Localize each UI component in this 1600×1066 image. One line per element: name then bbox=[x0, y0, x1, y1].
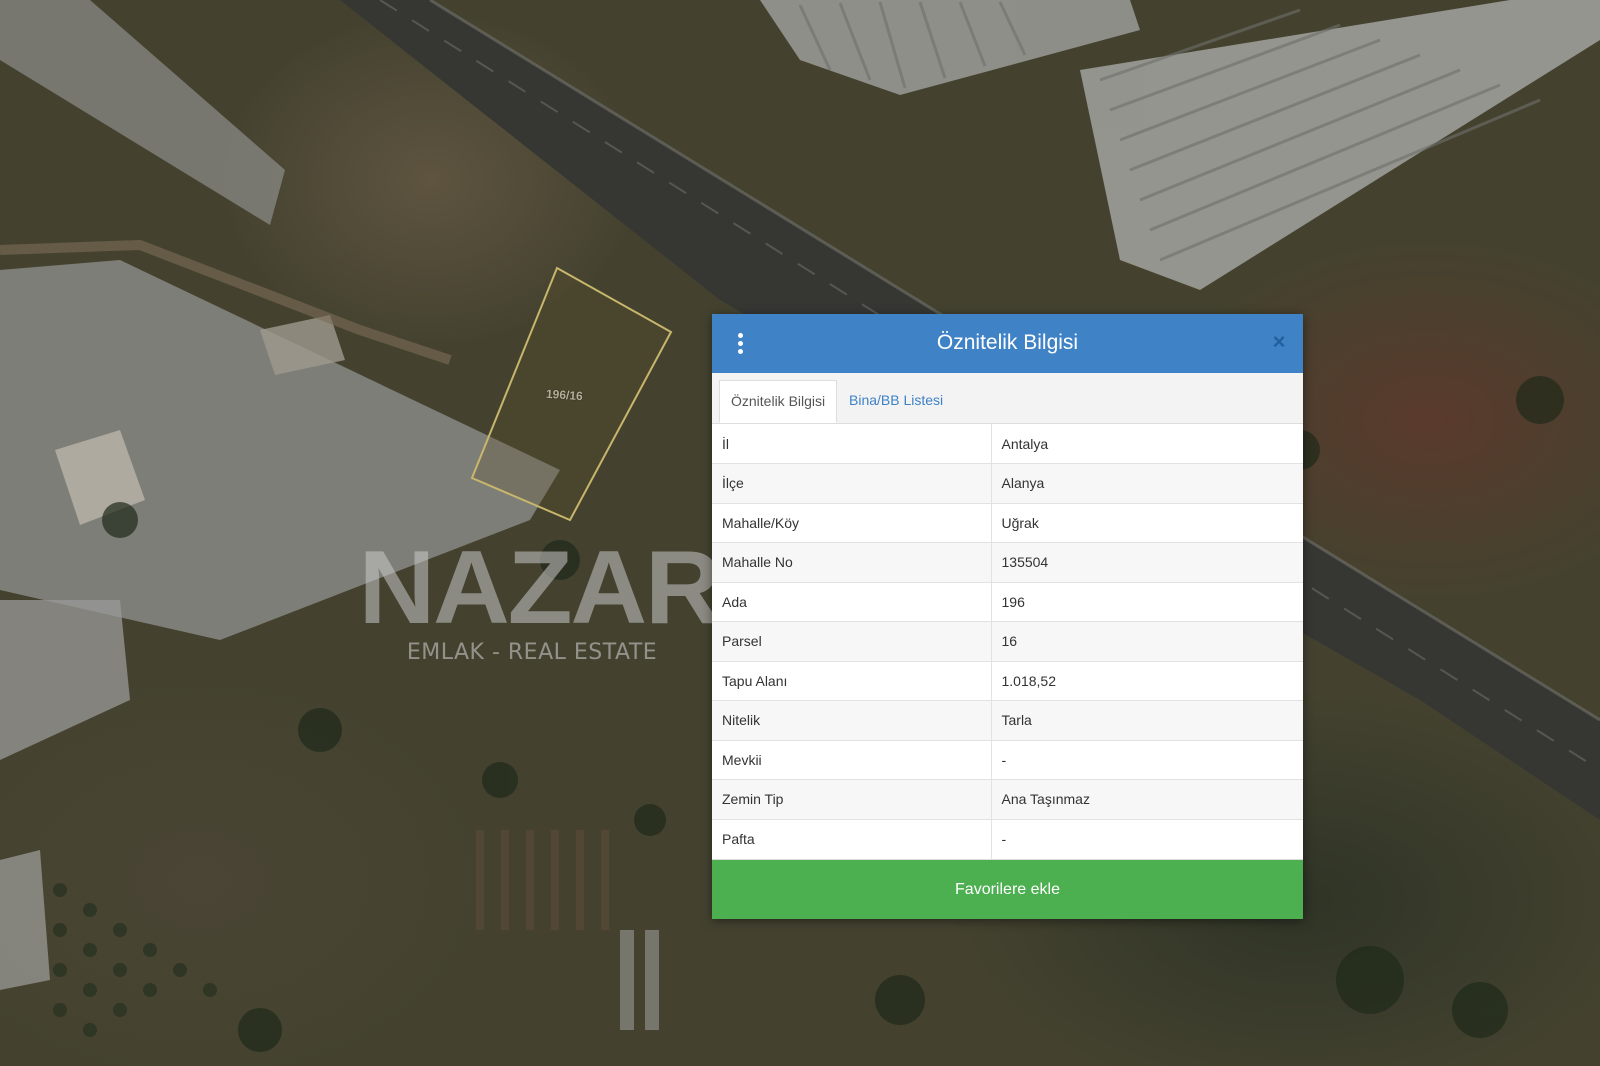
row-value: Ana Taşınmaz bbox=[991, 779, 1303, 819]
table-row: Ada 196 bbox=[712, 581, 1303, 622]
tab-attribute-info[interactable]: Öznitelik Bilgisi bbox=[719, 380, 838, 423]
attribute-info-popup: Öznitelik Bilgisi × Öznitelik Bilgisi Bi… bbox=[712, 314, 1303, 919]
row-key: Nitelik bbox=[712, 700, 992, 740]
tab-building-list[interactable]: Bina/BB Listesi bbox=[838, 380, 954, 423]
row-key: Zemin Tip bbox=[712, 779, 992, 819]
table-row: Zemin Tip Ana Taşınmaz bbox=[712, 779, 1303, 819]
row-value: Alanya bbox=[991, 463, 1303, 503]
parcel-label: 196/16 bbox=[545, 386, 584, 404]
popup-header: Öznitelik Bilgisi × bbox=[712, 314, 1303, 373]
row-value: 196 bbox=[991, 581, 1303, 622]
row-value: 135504 bbox=[991, 542, 1303, 582]
row-key: İlçe bbox=[712, 463, 992, 503]
table-row: Mahalle/Köy Uğrak bbox=[712, 502, 1303, 543]
row-key: Pafta bbox=[712, 818, 992, 859]
row-key: Parsel bbox=[712, 621, 992, 661]
add-to-favorites-button[interactable]: Favorilere ekle bbox=[712, 858, 1303, 919]
row-key: İl bbox=[712, 424, 992, 464]
table-row: Parsel 16 bbox=[712, 621, 1303, 661]
popup-title: Öznitelik Bilgisi bbox=[936, 331, 1079, 354]
table-row: İlçe Alanya bbox=[712, 463, 1303, 503]
row-key: Ada bbox=[712, 581, 992, 622]
row-value: Antalya bbox=[1001, 435, 1049, 452]
table-row: Nitelik Tarla bbox=[712, 700, 1303, 740]
row-value: Tarla bbox=[991, 700, 1303, 740]
tab-bar: Öznitelik Bilgisi Bina/BB Listesi bbox=[712, 373, 1303, 424]
row-key: Mahalle No bbox=[712, 542, 992, 582]
row-key: Tapu Alanı bbox=[712, 660, 992, 701]
table-row: Mevkii - bbox=[712, 739, 1303, 780]
row-key: Mevkii bbox=[712, 739, 992, 780]
watermark-logo: NAZAR EMLAK - REAL ESTATE bbox=[359, 536, 722, 665]
row-value: - bbox=[991, 739, 1303, 780]
row-value: - bbox=[991, 818, 1303, 859]
table-row: Mahalle No 135504 bbox=[712, 542, 1303, 582]
table-row: İl Antalya bbox=[712, 424, 1303, 464]
row-value: 16 bbox=[991, 621, 1303, 661]
close-icon[interactable]: × bbox=[1269, 331, 1289, 353]
watermark-word: NAZAR bbox=[358, 530, 722, 646]
table-row: Tapu Alanı 1.018,52 bbox=[712, 660, 1303, 701]
table-row: Pafta - bbox=[712, 818, 1303, 859]
attribute-table: İl Antalya İlçe Alanya Mahalle/Köy Uğrak… bbox=[712, 424, 1303, 859]
row-key: Mahalle/Köy bbox=[712, 502, 992, 543]
row-value: Uğrak bbox=[991, 502, 1303, 543]
row-value: 1.018,52 bbox=[991, 660, 1303, 701]
